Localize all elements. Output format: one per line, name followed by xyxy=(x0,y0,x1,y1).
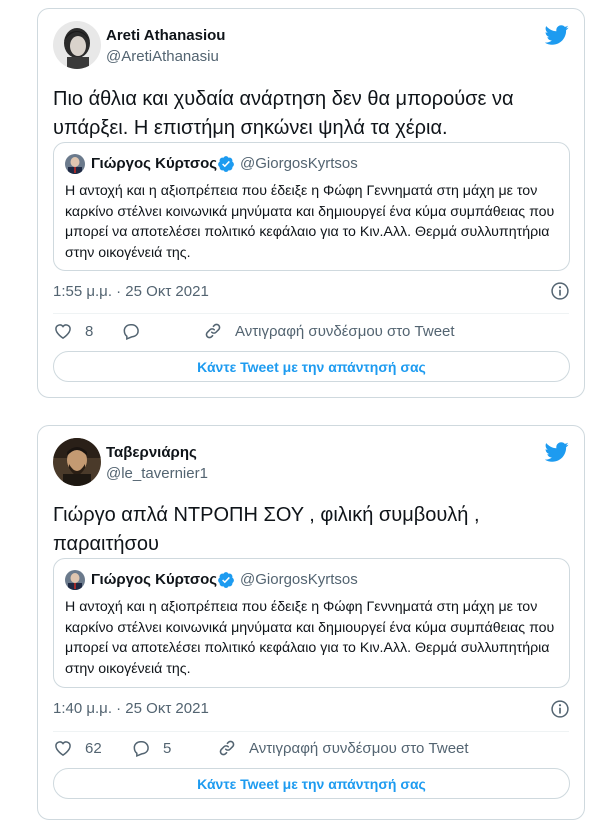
link-icon xyxy=(205,323,221,339)
tweet-timestamp[interactable]: 1:55 μ.μ. · 25 Οκτ 2021 xyxy=(53,283,209,300)
avatar xyxy=(65,154,85,174)
tweet-text: Πιο άθλια και χυδαία ανάρτηση δεν θα μπο… xyxy=(53,88,514,139)
avatar[interactable] xyxy=(53,438,101,486)
quoted-tweet-text: Η αντοχή και η αξιοπρέπεια που έδειξε η … xyxy=(65,183,555,261)
twitter-bird-icon[interactable] xyxy=(544,23,569,47)
divider xyxy=(53,313,569,314)
like-count: 62 xyxy=(85,739,102,757)
quoted-author-handle: @GiorgosKyrtsos xyxy=(240,571,358,588)
copy-link-button[interactable]: Αντιγραφή συνδέσμου στο Tweet xyxy=(203,319,455,343)
tweet-text: Γιώργο απλά ΝΤΡΟΠΗ ΣΟΥ , φιλική συμβουλή… xyxy=(53,504,480,555)
tweet-card[interactable]: Areti Athanasiou @AretiAthanasiu Πιο άθλ… xyxy=(37,8,585,398)
twitter-bird-icon[interactable] xyxy=(544,440,569,464)
quoted-tweet[interactable]: Γιώργος Κύρτσος @GiorgosKyrtsos Η αντοχή… xyxy=(53,558,570,688)
author-handle[interactable]: @le_tavernier1 xyxy=(106,465,208,482)
info-icon[interactable] xyxy=(550,699,570,719)
quoted-author-name: Γιώργος Κύρτσος xyxy=(91,571,218,588)
tweet-actions: 8 Αντιγραφή συνδέσμου στο Tweet xyxy=(53,319,569,343)
copy-link-button[interactable]: Αντιγραφή συνδέσμου στο Tweet xyxy=(217,736,469,760)
reply-bubble-icon xyxy=(123,324,139,341)
like-button[interactable]: 8 xyxy=(53,319,93,343)
tweet-card[interactable]: Ταβερνιάρης @le_tavernier1 Γιώργο απλά Ν… xyxy=(37,425,585,820)
reply-button[interactable] xyxy=(121,319,153,343)
link-icon xyxy=(219,740,235,756)
quoted-tweet[interactable]: Γιώργος Κύρτσος @GiorgosKyrtsos Η αντοχή… xyxy=(53,142,570,271)
tweet-timestamp[interactable]: 1:40 μ.μ. · 25 Οκτ 2021 xyxy=(53,700,209,717)
avatar[interactable] xyxy=(53,21,101,69)
tweet-your-reply-button[interactable]: Κάντε Tweet με την απάντησή σας xyxy=(53,351,570,382)
heart-icon xyxy=(55,324,71,339)
copy-link-label: Αντιγραφή συνδέσμου στο Tweet xyxy=(249,739,469,757)
divider xyxy=(53,731,569,732)
author-handle[interactable]: @AretiAthanasiu xyxy=(106,48,219,65)
quoted-author-name: Γιώργος Κύρτσος xyxy=(91,155,218,172)
heart-icon xyxy=(55,741,71,756)
reply-button[interactable]: 5 xyxy=(131,736,171,760)
like-button[interactable]: 62 xyxy=(53,736,102,760)
tweet-actions: 62 5 Αντιγραφή συνδέσμου στο Tweet xyxy=(53,736,569,760)
copy-link-label: Αντιγραφή συνδέσμου στο Tweet xyxy=(235,322,455,340)
info-icon[interactable] xyxy=(550,281,570,301)
reply-bubble-icon xyxy=(133,741,149,758)
author-name[interactable]: Areti Athanasiou xyxy=(106,27,225,44)
quoted-author-handle: @GiorgosKyrtsos xyxy=(240,155,358,172)
reply-count: 5 xyxy=(163,739,172,757)
tweet-your-reply-button[interactable]: Κάντε Tweet με την απάντησή σας xyxy=(53,768,570,799)
like-count: 8 xyxy=(85,322,94,340)
verified-badge-icon xyxy=(217,571,235,589)
quoted-tweet-text: Η αντοχή και η αξιοπρέπεια που έδειξε η … xyxy=(65,599,555,677)
verified-badge-icon xyxy=(217,155,235,173)
avatar xyxy=(65,570,85,590)
author-name[interactable]: Ταβερνιάρης xyxy=(106,444,197,461)
